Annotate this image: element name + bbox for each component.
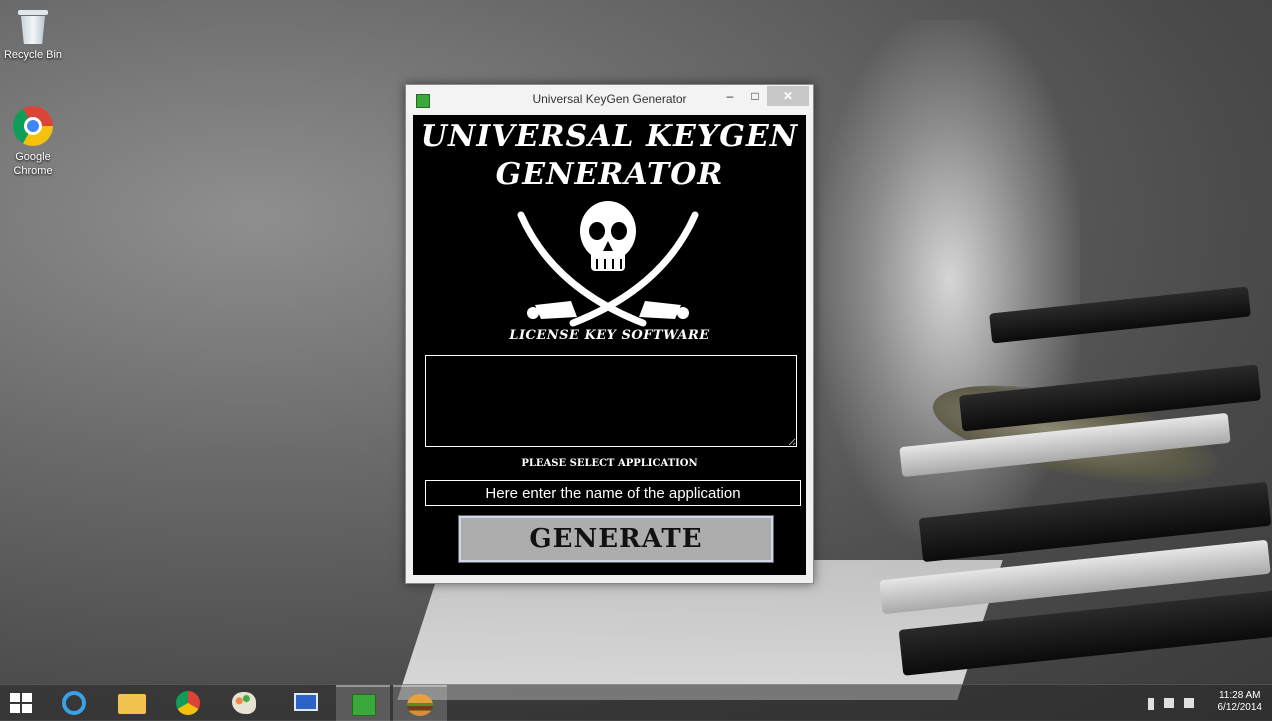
desktop-icon-label: Recycle Bin	[3, 49, 63, 61]
keygen-app-icon	[352, 694, 376, 716]
internet-explorer-icon	[62, 691, 86, 715]
generate-button[interactable]: GENERATE	[458, 515, 774, 563]
app-heading-line2: GENERATOR	[495, 157, 724, 192]
minimize-button[interactable]: –	[721, 86, 739, 106]
taskbar-burger-app[interactable]	[393, 685, 447, 721]
taskbar-chrome[interactable]	[160, 685, 214, 721]
battery-icon[interactable]	[1148, 698, 1154, 710]
chrome-icon	[13, 106, 53, 146]
volume-icon[interactable]	[1184, 698, 1194, 708]
taskbar: 11:28 AM 6/12/2014	[0, 684, 1272, 721]
taskbar-file-explorer[interactable]	[104, 685, 158, 721]
desktop-icon-google-chrome[interactable]: Google Chrome	[0, 106, 70, 178]
app-heading-line1: UNIVERSAL KEYGEN	[420, 119, 799, 154]
taskbar-remote-desktop[interactable]	[278, 685, 332, 721]
desktop-icon-label: Google Chrome	[13, 151, 53, 177]
keygen-window: Universal KeyGen Generator – □ ✕ UNIVERS…	[405, 84, 814, 584]
recycle-bin-icon	[18, 8, 48, 44]
windows-start-icon	[10, 693, 32, 713]
skull-crossed-swords-icon	[517, 201, 699, 327]
burger-app-icon	[407, 694, 433, 716]
application-name-input[interactable]	[425, 480, 801, 506]
taskbar-internet-explorer[interactable]	[48, 685, 102, 721]
clock-time: 11:28 AM	[1218, 690, 1261, 701]
select-application-label: PLEASE SELECT APPLICATION	[521, 458, 698, 469]
maximize-button[interactable]: □	[746, 86, 764, 106]
close-button[interactable]: ✕	[767, 86, 809, 106]
taskbar-paint[interactable]	[216, 685, 270, 721]
network-icon[interactable]	[1164, 698, 1174, 708]
keygen-panel: UNIVERSAL KEYGEN GENERATOR LICENSE KEY S…	[413, 115, 806, 575]
remote-desktop-icon	[294, 693, 318, 711]
system-clock[interactable]: 11:28 AM 6/12/2014	[1218, 690, 1263, 714]
window-titlebar[interactable]: Universal KeyGen Generator – □ ✕	[406, 85, 813, 113]
start-button[interactable]	[0, 685, 54, 721]
app-subtitle: LICENSE KEY SOFTWARE	[509, 328, 710, 343]
paint-icon	[232, 692, 256, 714]
file-explorer-icon	[118, 694, 146, 714]
desktop-icon-recycle-bin[interactable]: Recycle Bin	[0, 8, 70, 62]
chrome-icon	[176, 691, 200, 715]
clock-date: 6/12/2014	[1217, 702, 1263, 713]
taskbar-keygen-app[interactable]	[336, 685, 390, 721]
license-key-output[interactable]	[425, 355, 797, 447]
